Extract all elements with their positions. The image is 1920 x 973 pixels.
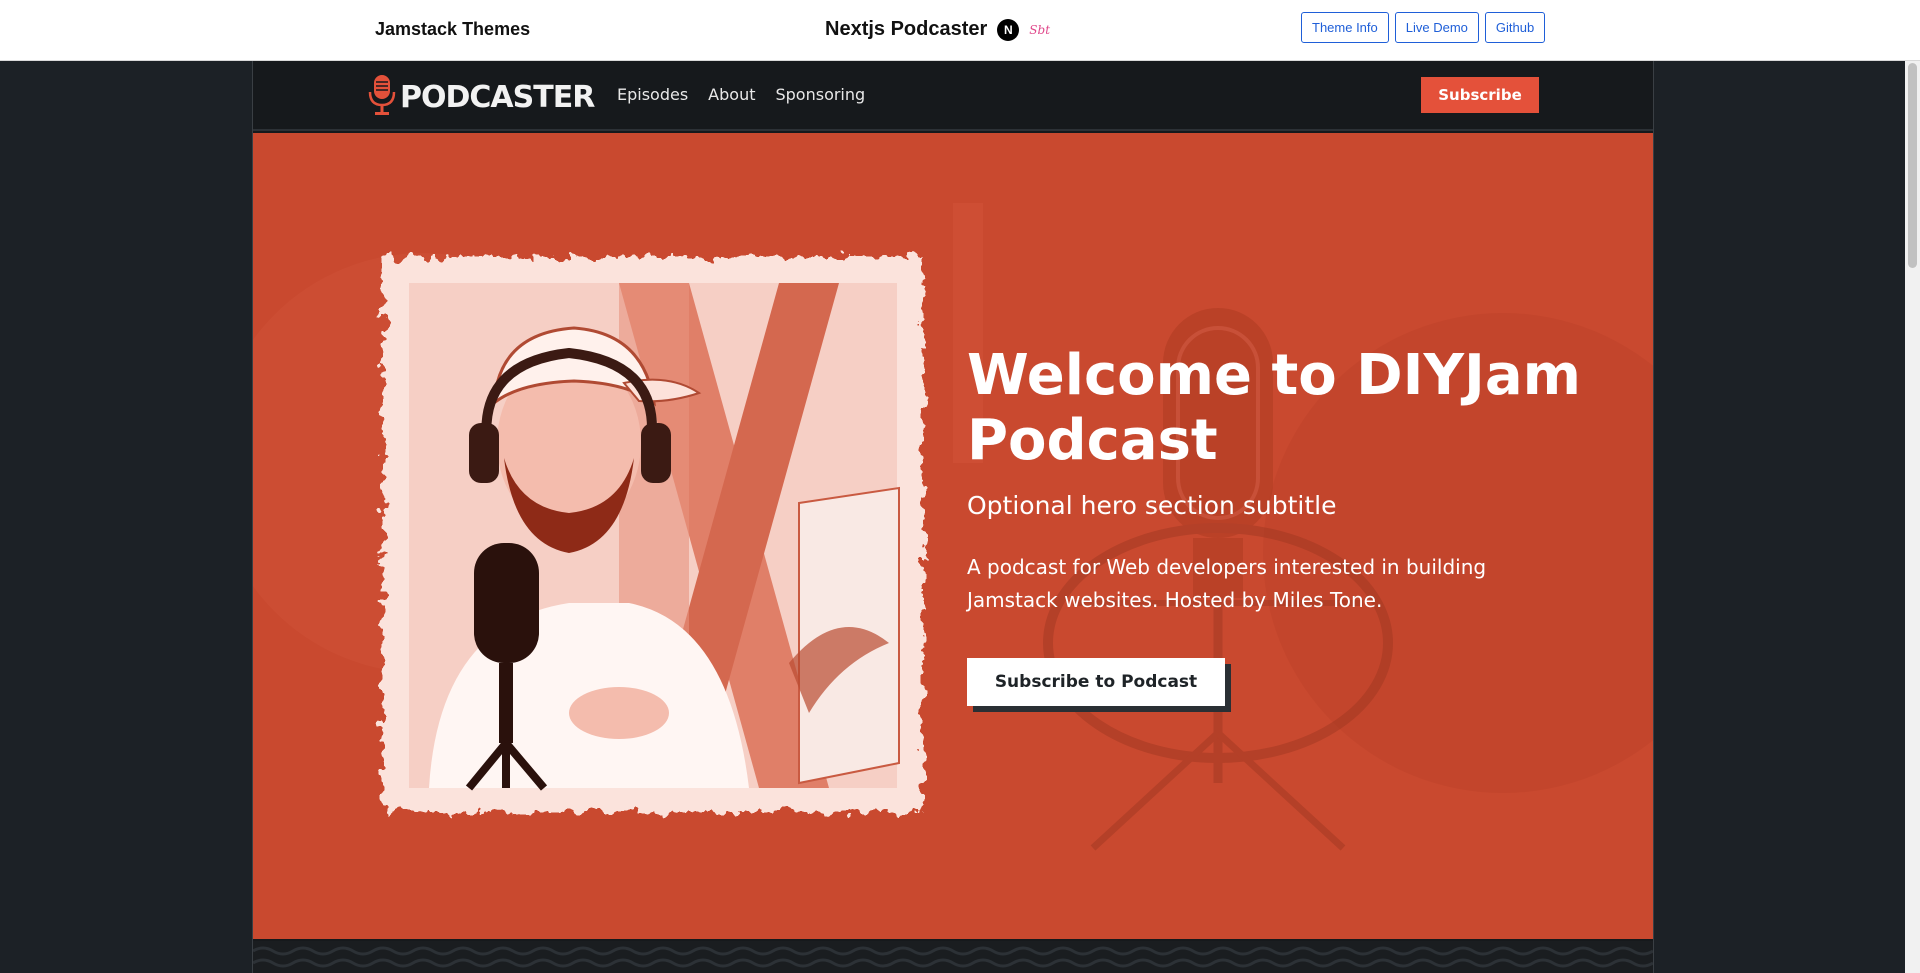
microphone-icon	[368, 74, 396, 120]
theme-info-button[interactable]: Theme Info	[1301, 12, 1389, 43]
next-section-preview	[252, 941, 1654, 973]
subscribe-to-podcast-button[interactable]: Subscribe to Podcast	[967, 658, 1225, 706]
scrollbar-thumb[interactable]	[1908, 63, 1917, 268]
cta-container: Subscribe to Podcast	[967, 658, 1231, 712]
theme-title-group: Nextjs Podcaster N Sbt	[825, 18, 1050, 41]
subscribe-button[interactable]: Subscribe	[1421, 77, 1539, 113]
theme-title: Nextjs Podcaster	[825, 18, 988, 40]
logo-text: PODCASTER	[400, 79, 595, 115]
podcaster-logo[interactable]: PODCASTER	[368, 74, 595, 120]
nav-about[interactable]: About	[708, 85, 755, 104]
nextjs-logo-icon: N	[997, 18, 1020, 41]
main-nav: Episodes About Sponsoring	[617, 85, 865, 104]
hero-subtitle: Optional hero section subtitle	[967, 491, 1337, 520]
github-button[interactable]: Github	[1484, 12, 1546, 43]
wave-pattern-decoration	[252, 946, 1654, 968]
nav-episodes[interactable]: Episodes	[617, 85, 688, 104]
stackbit-logo-icon: Sbt	[1029, 22, 1051, 37]
site-navbar: PODCASTER Episodes About Sponsoring Subs…	[253, 61, 1653, 131]
theme-header: Jamstack Themes Nextjs Podcaster N Sbt T…	[0, 0, 1920, 61]
theme-actions: Theme Info Live Demo Github	[1301, 12, 1546, 43]
hero-section: Welcome to DIYJam Podcast Optional hero …	[253, 133, 1653, 939]
live-demo-button[interactable]: Live Demo	[1394, 12, 1479, 43]
hero-description: A podcast for Web developers interested …	[967, 555, 1487, 612]
page-scrollbar[interactable]	[1905, 61, 1920, 973]
nav-sponsoring[interactable]: Sponsoring	[775, 85, 865, 104]
jamstack-themes-brand[interactable]: Jamstack Themes	[375, 19, 530, 40]
hero-title: Welcome to DIYJam Podcast	[967, 343, 1582, 473]
host-photo	[383, 257, 923, 812]
site-preview: PODCASTER Episodes About Sponsoring Subs…	[252, 61, 1654, 973]
